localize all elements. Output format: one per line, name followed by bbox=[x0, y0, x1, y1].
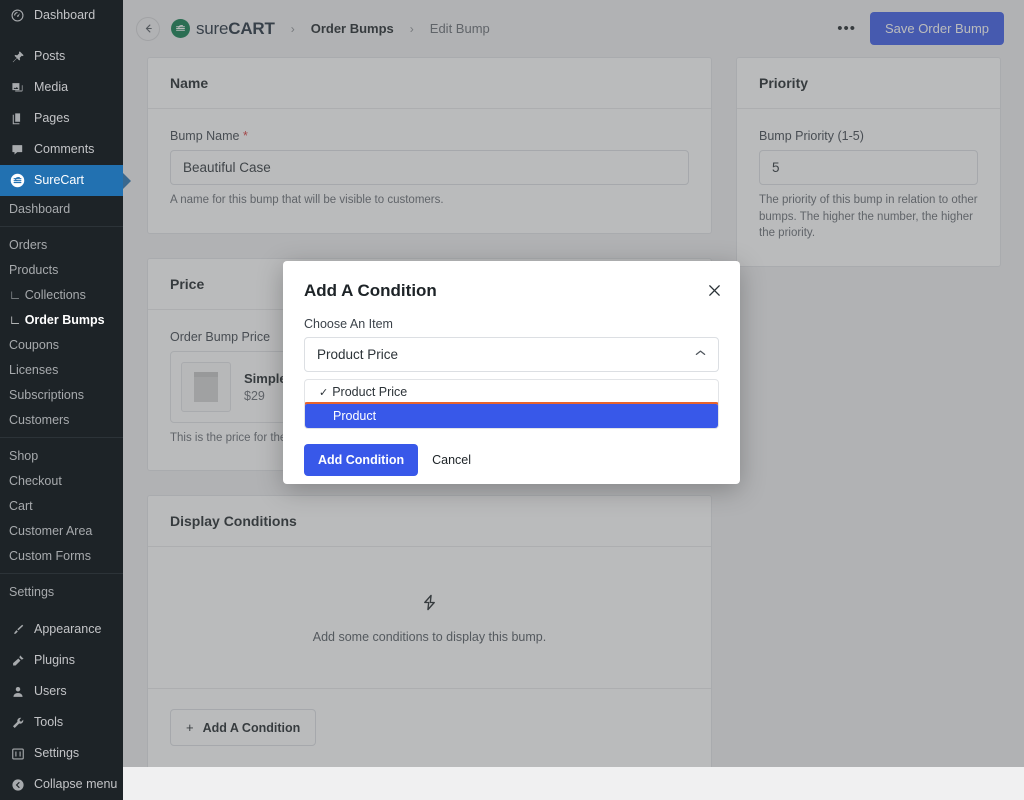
sidebar-item-label: Plugins bbox=[34, 652, 75, 669]
sidebar-item-dashboard[interactable]: Dashboard bbox=[0, 0, 123, 31]
surecart-icon bbox=[9, 172, 26, 189]
brush-icon bbox=[9, 621, 26, 638]
sidebar-item-label: Dashboard bbox=[34, 7, 95, 24]
admin-sidebar: Dashboard Posts Media Pages Commen bbox=[0, 0, 123, 767]
modal-title: Add A Condition bbox=[304, 281, 719, 301]
sidebar-divider bbox=[0, 437, 123, 438]
sidebar-item-label: SureCart bbox=[34, 172, 84, 189]
sidebar-subitem-shop[interactable]: Shop bbox=[0, 443, 123, 468]
sidebar-subitem-collections[interactable]: ∟ Collections bbox=[0, 282, 123, 307]
dashboard-icon bbox=[9, 7, 26, 24]
sidebar-subitem-coupons[interactable]: Coupons bbox=[0, 332, 123, 357]
add-condition-modal: Add A Condition Choose An Item Product P… bbox=[283, 261, 740, 484]
sidebar-item-surecart[interactable]: SureCart bbox=[0, 165, 123, 196]
sidebar-item-appearance[interactable]: Appearance bbox=[0, 614, 123, 645]
sidebar-item-label: Settings bbox=[34, 745, 79, 762]
listbox-option-product[interactable]: Product bbox=[305, 404, 718, 428]
modal-actions: Add Condition Cancel bbox=[304, 444, 719, 476]
sidebar-primary-group: Dashboard Posts Media Pages Commen bbox=[0, 0, 123, 165]
sidebar-item-plugins[interactable]: Plugins bbox=[0, 645, 123, 676]
check-icon: ✓ bbox=[319, 386, 328, 399]
sidebar-subitem-licenses[interactable]: Licenses bbox=[0, 357, 123, 382]
plug-icon bbox=[9, 652, 26, 669]
sidebar-subitem-checkout[interactable]: Checkout bbox=[0, 468, 123, 493]
sidebar-subitem-dashboard[interactable]: Dashboard bbox=[0, 196, 123, 221]
sidebar-item-settings[interactable]: Settings bbox=[0, 738, 123, 769]
choose-an-item-select[interactable]: Product Price bbox=[304, 337, 719, 372]
wrench-icon bbox=[9, 714, 26, 731]
sidebar-subitem-customers[interactable]: Customers bbox=[0, 407, 123, 432]
listbox-option-label: Product Price bbox=[332, 385, 407, 399]
choose-an-item-value: Product Price bbox=[317, 347, 398, 362]
sidebar-item-users[interactable]: Users bbox=[0, 676, 123, 707]
sidebar-divider bbox=[0, 226, 123, 227]
sidebar-item-pages[interactable]: Pages bbox=[0, 103, 123, 134]
sidebar-item-tools[interactable]: Tools bbox=[0, 707, 123, 738]
sidebar-spacer bbox=[0, 604, 123, 614]
sidebar-item-collapse-menu[interactable]: Collapse menu bbox=[0, 769, 123, 800]
sidebar-item-posts[interactable]: Posts bbox=[0, 41, 123, 72]
sidebar-subitem-orders[interactable]: Orders bbox=[0, 232, 123, 257]
sidebar-item-label: Posts bbox=[34, 48, 65, 65]
choose-an-item-listbox: ✓ Product Price Product bbox=[304, 379, 719, 429]
users-icon bbox=[9, 683, 26, 700]
sidebar-subitem-products[interactable]: Products bbox=[0, 257, 123, 282]
pin-icon bbox=[9, 48, 26, 65]
comments-icon bbox=[9, 141, 26, 158]
media-icon bbox=[9, 79, 26, 96]
cancel-button[interactable]: Cancel bbox=[432, 453, 471, 467]
sidebar-item-label: Pages bbox=[34, 110, 69, 127]
sidebar-secondary-group: Appearance Plugins Users Tools Settings bbox=[0, 614, 123, 800]
settings-icon bbox=[9, 745, 26, 762]
sidebar-item-label: Tools bbox=[34, 714, 63, 731]
sidebar-subitem-settings[interactable]: Settings bbox=[0, 579, 123, 604]
sidebar-divider bbox=[0, 573, 123, 574]
listbox-option-label: Product bbox=[333, 409, 376, 423]
choose-an-item-label: Choose An Item bbox=[304, 317, 719, 331]
close-icon[interactable] bbox=[705, 281, 723, 299]
sidebar-item-label: Appearance bbox=[34, 621, 101, 638]
sidebar-subitem-order-bumps[interactable]: ∟ Order Bumps bbox=[0, 307, 123, 332]
sidebar-item-label: Users bbox=[34, 683, 67, 700]
sidebar-item-label: Media bbox=[34, 79, 68, 96]
add-condition-submit-button[interactable]: Add Condition bbox=[304, 444, 418, 476]
sidebar-spacer bbox=[0, 31, 123, 41]
sidebar-subitem-custom-forms[interactable]: Custom Forms bbox=[0, 543, 123, 568]
sidebar-surecart-submenu: Dashboard Orders Products ∟ Collections … bbox=[0, 196, 123, 604]
listbox-option-product-price[interactable]: ✓ Product Price bbox=[305, 380, 718, 404]
sidebar-item-media[interactable]: Media bbox=[0, 72, 123, 103]
sidebar-subitem-cart[interactable]: Cart bbox=[0, 493, 123, 518]
sidebar-subitem-customer-area[interactable]: Customer Area bbox=[0, 518, 123, 543]
sidebar-item-label: Collapse menu bbox=[34, 776, 117, 793]
sidebar-item-comments[interactable]: Comments bbox=[0, 134, 123, 165]
sidebar-subitem-subscriptions[interactable]: Subscriptions bbox=[0, 382, 123, 407]
chevron-up-icon bbox=[695, 349, 706, 360]
collapse-icon bbox=[9, 776, 26, 793]
pages-icon bbox=[9, 110, 26, 127]
sidebar-item-label: Comments bbox=[34, 141, 94, 158]
